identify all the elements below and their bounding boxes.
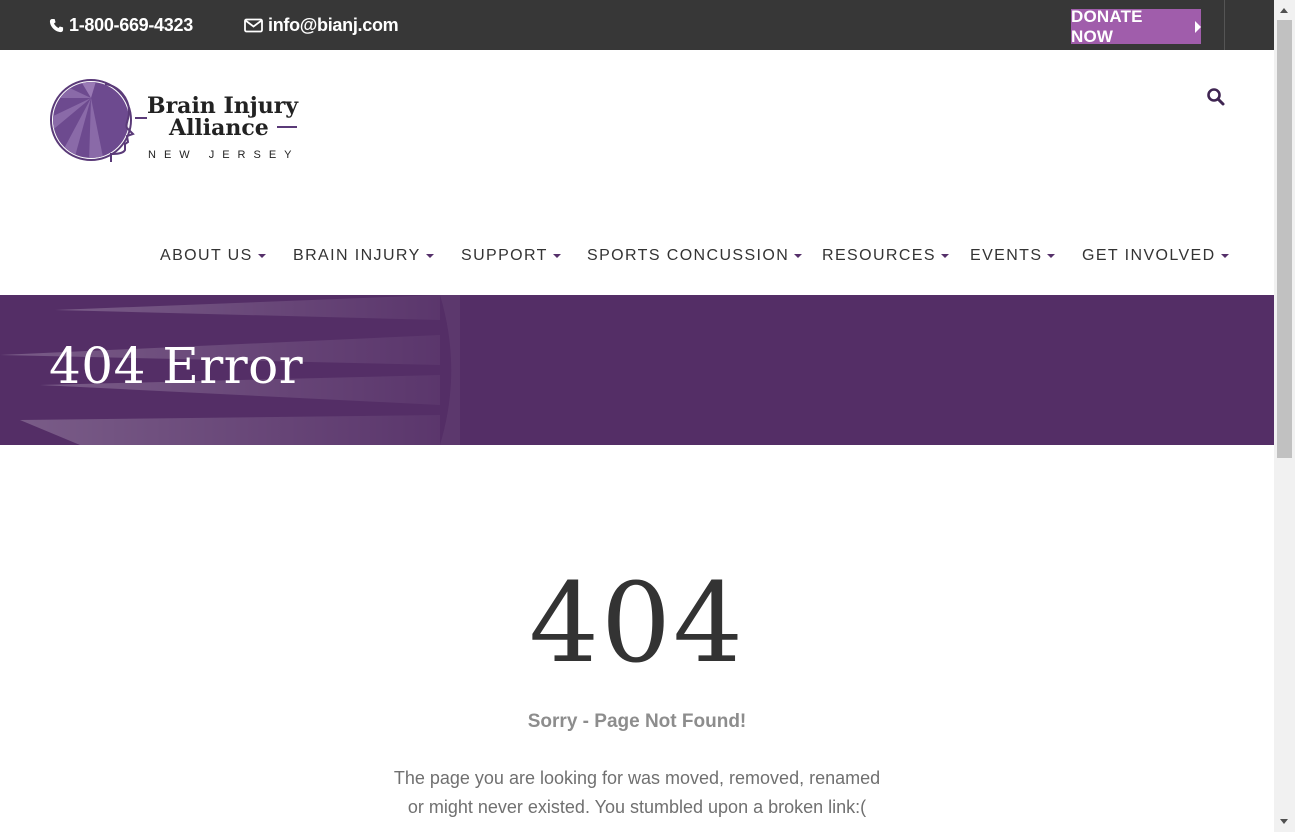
play-arrow-icon [1195, 20, 1201, 33]
logo-line-2: Alliance [168, 115, 269, 141]
phone-icon [49, 18, 64, 32]
search-button[interactable] [1206, 87, 1226, 107]
email-link[interactable]: info@bianj.com [244, 0, 399, 50]
caret-down-icon [1047, 254, 1056, 258]
search-icon [1207, 88, 1225, 106]
caret-down-icon [257, 254, 266, 258]
page-title: 404 Error [49, 337, 304, 395]
error-code: 404 [529, 559, 745, 687]
logo-line-3: NEW JERSEY [148, 149, 299, 161]
scrollbar-thumb[interactable] [1277, 20, 1292, 458]
caret-down-icon [794, 254, 803, 258]
site-logo[interactable]: Brain Injury Alliance NEW JERSEY [49, 78, 299, 162]
nav-item-support[interactable]: SUPPORT [461, 243, 561, 269]
error-description: The page you are looking for was moved, … [0, 764, 1274, 822]
nav-item-label: BRAIN INJURY [293, 247, 421, 264]
caret-down-icon [1220, 254, 1229, 258]
donate-label: DONATE NOW [1071, 6, 1143, 46]
topbar-divider [1224, 0, 1225, 50]
caret-down-icon [940, 254, 949, 258]
caret-down-icon [552, 254, 561, 258]
vertical-scrollbar[interactable] [1274, 0, 1295, 832]
donate-now-button[interactable]: DONATE NOW [1071, 6, 1201, 46]
scroll-down-arrow-icon[interactable] [1280, 819, 1288, 824]
email-address: info@bianj.com [268, 14, 399, 35]
nav-item-sports-concussion[interactable]: SPORTS CONCUSSION [587, 243, 803, 269]
nav-item-events[interactable]: EVENTS [970, 243, 1056, 269]
error-description-line-2: or might never existed. You stumbled upo… [407, 797, 867, 817]
nav-item-get-involved[interactable]: GET INVOLVED [1082, 243, 1229, 269]
envelope-icon [244, 18, 263, 32]
nav-item-brain-injury[interactable]: BRAIN INJURY [293, 243, 434, 269]
phone-number: 1-800-669-4323 [69, 14, 193, 35]
scroll-up-arrow-icon[interactable] [1280, 8, 1288, 13]
nav-item-label: SUPPORT [461, 247, 548, 264]
page-title-banner: 404 Error [0, 295, 1274, 445]
nav-item-label: ABOUT US [160, 247, 253, 264]
nav-item-label: SPORTS CONCUSSION [587, 247, 790, 264]
nav-item-label: GET INVOLVED [1082, 247, 1216, 264]
caret-down-icon [425, 254, 434, 258]
nav-item-label: EVENTS [970, 247, 1043, 264]
nav-item-resources[interactable]: RESOURCES [822, 243, 949, 269]
top-bar: 1-800-669-4323 info@bianj.com DONATE NOW [0, 0, 1274, 50]
error-description-line-1: The page you are looking for was moved, … [393, 768, 881, 788]
brain-injury-alliance-logo: Brain Injury Alliance NEW JERSEY [50, 79, 299, 162]
nav-item-about-us[interactable]: ABOUT US [160, 243, 266, 269]
nav-item-label: RESOURCES [822, 247, 936, 264]
phone-link[interactable]: 1-800-669-4323 [49, 0, 193, 50]
error-headline: Sorry - Page Not Found! [527, 711, 747, 732]
